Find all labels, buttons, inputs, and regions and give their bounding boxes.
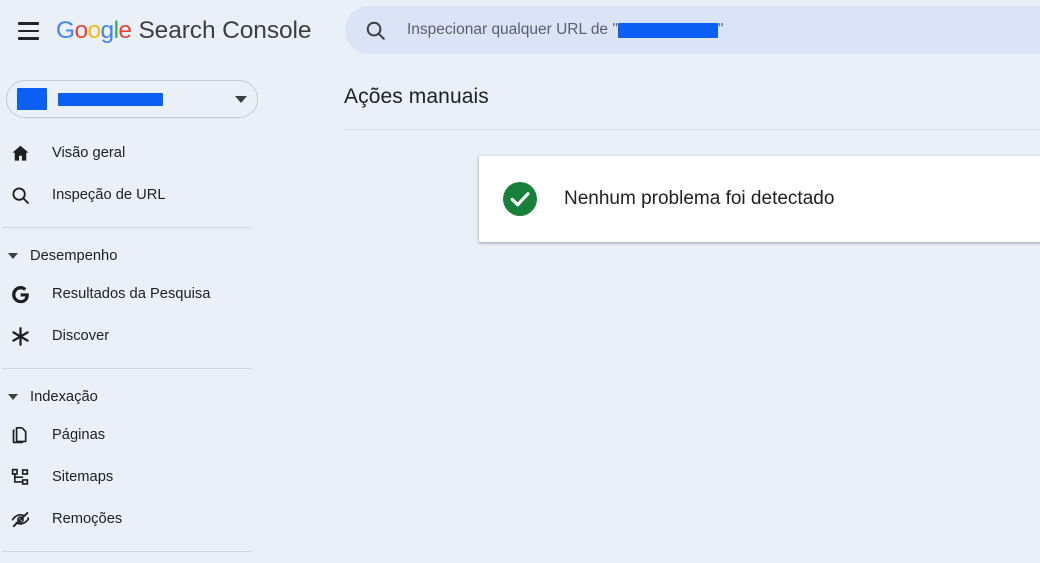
sidebar-divider bbox=[2, 227, 251, 228]
sidebar-nav: Visão geral Inspeção de URL Desempenho R… bbox=[0, 132, 330, 552]
caret-down-icon bbox=[8, 253, 18, 259]
product-name: Search Console bbox=[138, 17, 312, 44]
sidebar-item-search-results[interactable]: Resultados da Pesquisa bbox=[0, 273, 330, 315]
pages-icon bbox=[10, 425, 38, 446]
sidebar-group-performance[interactable]: Desempenho bbox=[0, 239, 330, 273]
property-selector[interactable] bbox=[6, 80, 258, 118]
search-console-app: Google Search Console Inspecionar qualqu… bbox=[0, 0, 1040, 563]
redacted-property-url bbox=[617, 22, 718, 38]
sidebar-group-label: Desempenho bbox=[30, 248, 118, 264]
brand-logo[interactable]: Google Search Console bbox=[56, 17, 311, 45]
google-g-icon bbox=[10, 284, 38, 305]
sidebar-divider bbox=[2, 368, 251, 369]
search-icon bbox=[363, 18, 387, 42]
main-content: Ações manuais Nenhum problema foi detect… bbox=[330, 62, 1040, 563]
home-icon bbox=[10, 143, 38, 164]
sidebar-divider bbox=[2, 551, 251, 552]
sidebar-item-label: Discover bbox=[52, 328, 110, 344]
page-title: Ações manuais bbox=[344, 85, 489, 108]
manual-actions-status-card: Nenhum problema foi detectado bbox=[479, 156, 1040, 242]
sidebar-group-indexing[interactable]: Indexação bbox=[0, 380, 330, 414]
sidebar-item-label: Páginas bbox=[52, 427, 106, 443]
eye-off-icon bbox=[10, 509, 38, 530]
google-wordmark: Google bbox=[56, 17, 132, 45]
sitemaps-icon bbox=[10, 467, 38, 488]
logo-letter-g2: g bbox=[100, 17, 115, 44]
sidebar-item-overview[interactable]: Visão geral bbox=[0, 132, 330, 174]
search-placeholder-prefix: Inspecionar qualquer URL de " bbox=[407, 21, 618, 38]
hamburger-bar bbox=[17, 37, 39, 40]
sidebar-item-url-inspection[interactable]: Inspeção de URL bbox=[0, 174, 330, 216]
logo-letter-o1: o bbox=[74, 17, 88, 44]
search-input[interactable]: Inspecionar qualquer URL de " " bbox=[407, 21, 723, 39]
sidebar: Visão geral Inspeção de URL Desempenho R… bbox=[0, 62, 330, 563]
sidebar-item-label: Remoções bbox=[52, 511, 123, 527]
title-divider bbox=[343, 129, 1040, 130]
sidebar-item-label: Inspeção de URL bbox=[52, 187, 166, 203]
top-bar: Google Search Console Inspecionar qualqu… bbox=[0, 0, 1040, 62]
hamburger-bar bbox=[17, 29, 39, 33]
search-placeholder-suffix: " bbox=[717, 21, 724, 38]
url-inspection-search-bar[interactable]: Inspecionar qualquer URL de " " bbox=[345, 6, 1040, 54]
chevron-down-icon bbox=[235, 95, 247, 103]
logo-letter-o2: o bbox=[87, 17, 102, 44]
sidebar-item-pages[interactable]: Páginas bbox=[0, 414, 330, 456]
sidebar-item-removals[interactable]: Remoções bbox=[0, 498, 330, 540]
status-message: Nenhum problema foi detectado bbox=[564, 188, 835, 209]
sidebar-item-label: Sitemaps bbox=[52, 469, 114, 485]
hamburger-bar bbox=[17, 22, 39, 25]
caret-down-icon bbox=[8, 394, 18, 400]
sidebar-item-sitemaps[interactable]: Sitemaps bbox=[0, 456, 330, 498]
sidebar-item-label: Visão geral bbox=[52, 145, 126, 161]
search-icon bbox=[10, 185, 38, 206]
sidebar-group-label: Indexação bbox=[30, 389, 98, 405]
sidebar-item-discover[interactable]: Discover bbox=[0, 315, 330, 357]
property-avatar bbox=[17, 88, 47, 110]
check-circle-icon bbox=[502, 181, 538, 217]
asterisk-icon bbox=[10, 326, 38, 347]
logo-letter-e: e bbox=[118, 17, 132, 44]
redacted-property-name bbox=[58, 92, 163, 106]
hamburger-menu-icon[interactable] bbox=[6, 9, 50, 53]
logo-letter-g: G bbox=[56, 17, 75, 44]
sidebar-item-label: Resultados da Pesquisa bbox=[52, 286, 211, 302]
